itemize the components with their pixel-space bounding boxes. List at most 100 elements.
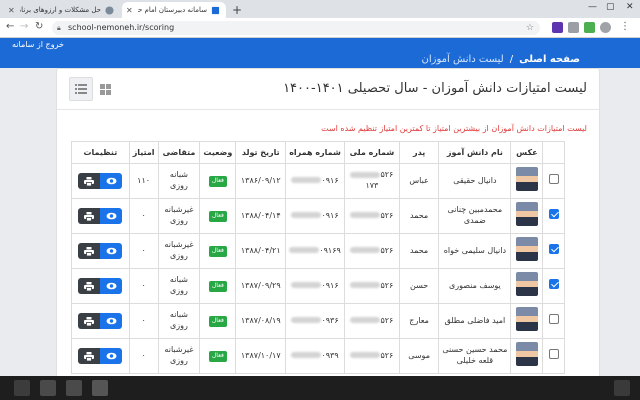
minimize-icon[interactable]: —: [588, 2, 597, 12]
start-icon[interactable]: [14, 380, 30, 396]
printer-icon: [84, 316, 95, 326]
view-button[interactable]: [100, 243, 123, 259]
photo-cell: [510, 198, 544, 234]
birth-date: ۱۳۸۷/۰۹/۲۹: [235, 268, 287, 304]
close-window-icon[interactable]: ✕: [626, 2, 634, 12]
print-button[interactable]: [78, 243, 101, 259]
photo-cell: [510, 338, 544, 374]
national-id: ۵۲۶: [343, 303, 400, 339]
student-photo: [515, 272, 538, 297]
print-button[interactable]: [78, 278, 101, 294]
national-id-prefix: ۵۲۶: [380, 350, 394, 360]
view-button[interactable]: [100, 313, 123, 329]
column-header: پدر: [398, 141, 440, 164]
redacted-value: [289, 247, 320, 254]
column-header: متقاضی: [157, 141, 201, 164]
view-button[interactable]: [100, 173, 123, 189]
taskbar-app-icon[interactable]: [66, 380, 82, 396]
print-button[interactable]: [78, 348, 101, 364]
row-checkbox[interactable]: [548, 349, 559, 360]
extension-icon[interactable]: [568, 22, 579, 33]
redacted-value: [350, 317, 381, 324]
forward-icon[interactable]: →: [20, 21, 28, 32]
applicant-type: غیرشبانه روزی: [157, 233, 201, 269]
close-tab-icon[interactable]: ✕: [126, 6, 133, 15]
grid-view-button[interactable]: [93, 77, 117, 101]
column-header: تاریخ تولد: [235, 141, 287, 164]
view-button[interactable]: [100, 208, 123, 224]
row-checkbox[interactable]: [548, 174, 559, 185]
score-value: ۱۱۰: [128, 163, 159, 199]
print-button[interactable]: [78, 313, 101, 329]
breadcrumb-current[interactable]: لیست دانش آموزان: [422, 54, 504, 65]
back-icon[interactable]: ←: [6, 21, 14, 32]
birth-date: ۱۳۸۶/۰۹/۱۲: [235, 163, 287, 199]
taskbar-tray-icon[interactable]: [614, 380, 630, 396]
logout-link[interactable]: خروج از سامانه: [12, 40, 64, 49]
browser-tab-active[interactable]: ✕ سامانه دبیرستان امام حسین - لیست: [122, 2, 226, 18]
column-header: وضعیت: [199, 141, 237, 164]
breadcrumb: صفحه اصلی / لیست دانش آموزان: [422, 52, 580, 66]
row-checkbox[interactable]: [548, 314, 559, 325]
row-checkbox[interactable]: [548, 279, 559, 290]
birth-date: ۱۳۸۸/۰۴/۲۱: [235, 233, 287, 269]
scores-table: عکس نام دانش آموز پدر شماره ملی شماره هم…: [71, 141, 565, 374]
print-button[interactable]: [78, 173, 101, 189]
table-row: دانیال سلیمی خواه محمد ۵۲۶ ۰۹۱۶۹ ۱۳۸۸/۰۴…: [71, 233, 565, 269]
printer-icon: [84, 246, 95, 256]
redacted-value: [350, 247, 381, 254]
taskbar-app-icon[interactable]: [40, 380, 56, 396]
reload-icon[interactable]: ↻: [35, 21, 43, 32]
extension-icon[interactable]: [552, 22, 563, 33]
column-header: شماره ملی: [343, 141, 400, 164]
browser-tab-strip: ✕ حل مشکلات و ارزوهای برنامه نو ✕ سامانه…: [0, 0, 640, 18]
status-cell: فعال: [199, 303, 237, 339]
browser-tab[interactable]: ✕ حل مشکلات و ارزوهای برنامه نو: [4, 2, 120, 18]
bookmark-star-icon[interactable]: ☆: [526, 21, 534, 35]
maximize-icon[interactable]: ▢: [606, 2, 615, 12]
select-cell: [542, 163, 565, 199]
profile-icon[interactable]: [600, 22, 611, 33]
row-checkbox[interactable]: [548, 244, 559, 255]
row-actions: [78, 278, 123, 294]
url-field[interactable]: 🔒︎ school-nemoneh.ir/scoring ☆: [52, 21, 540, 35]
status-cell: فعال: [199, 198, 237, 234]
score-value: ۰: [128, 303, 159, 339]
view-button[interactable]: [100, 278, 123, 294]
national-id-prefix: ۵۲۶: [380, 170, 394, 180]
list-view-button[interactable]: [69, 77, 93, 101]
view-button[interactable]: [100, 348, 123, 364]
applicant-type: غیرشبانه روزی: [157, 198, 201, 234]
redacted-value: [291, 177, 322, 184]
student-name: دانیال سلیمی خواه: [438, 233, 512, 269]
status-badge: فعال: [208, 281, 227, 292]
redacted-value: [291, 352, 322, 359]
close-tab-icon[interactable]: ✕: [8, 6, 15, 15]
new-tab-icon[interactable]: +: [232, 3, 242, 17]
printer-icon: [84, 351, 95, 361]
student-name: محمد حسین حسنی قلعه خلیلی: [438, 338, 512, 374]
photo-cell: [510, 163, 544, 199]
breadcrumb-home[interactable]: صفحه اصلی: [519, 54, 580, 65]
applicant-type: شبانه روزی: [157, 303, 201, 339]
printer-icon: [84, 176, 95, 186]
extension-icon[interactable]: [584, 22, 595, 33]
national-id: ۵۲۶: [343, 338, 400, 374]
row-checkbox[interactable]: [548, 209, 559, 220]
national-id-prefix: ۵۲۶: [380, 280, 394, 290]
address-bar: ← → ↻ 🔒︎ school-nemoneh.ir/scoring ☆ ⋮: [0, 18, 640, 38]
taskbar-app-icon[interactable]: [92, 380, 108, 396]
father-name: حسن: [398, 268, 440, 304]
phone-number: ۰۹۱۶: [285, 163, 345, 199]
column-header: امتیاز: [128, 141, 159, 164]
student-photo: [515, 202, 538, 227]
tab-title: حل مشکلات و ارزوهای برنامه نو: [20, 6, 101, 14]
select-cell: [542, 338, 565, 374]
select-cell: [542, 303, 565, 339]
breadcrumb-separator: /: [509, 53, 514, 65]
eye-icon: [106, 282, 117, 290]
menu-kebab-icon[interactable]: ⋮: [620, 21, 630, 32]
print-button[interactable]: [78, 208, 101, 224]
status-cell: فعال: [199, 338, 237, 374]
sort-note: لیست امتیازات دانش آموزان از بیشترین امت…: [321, 124, 587, 133]
